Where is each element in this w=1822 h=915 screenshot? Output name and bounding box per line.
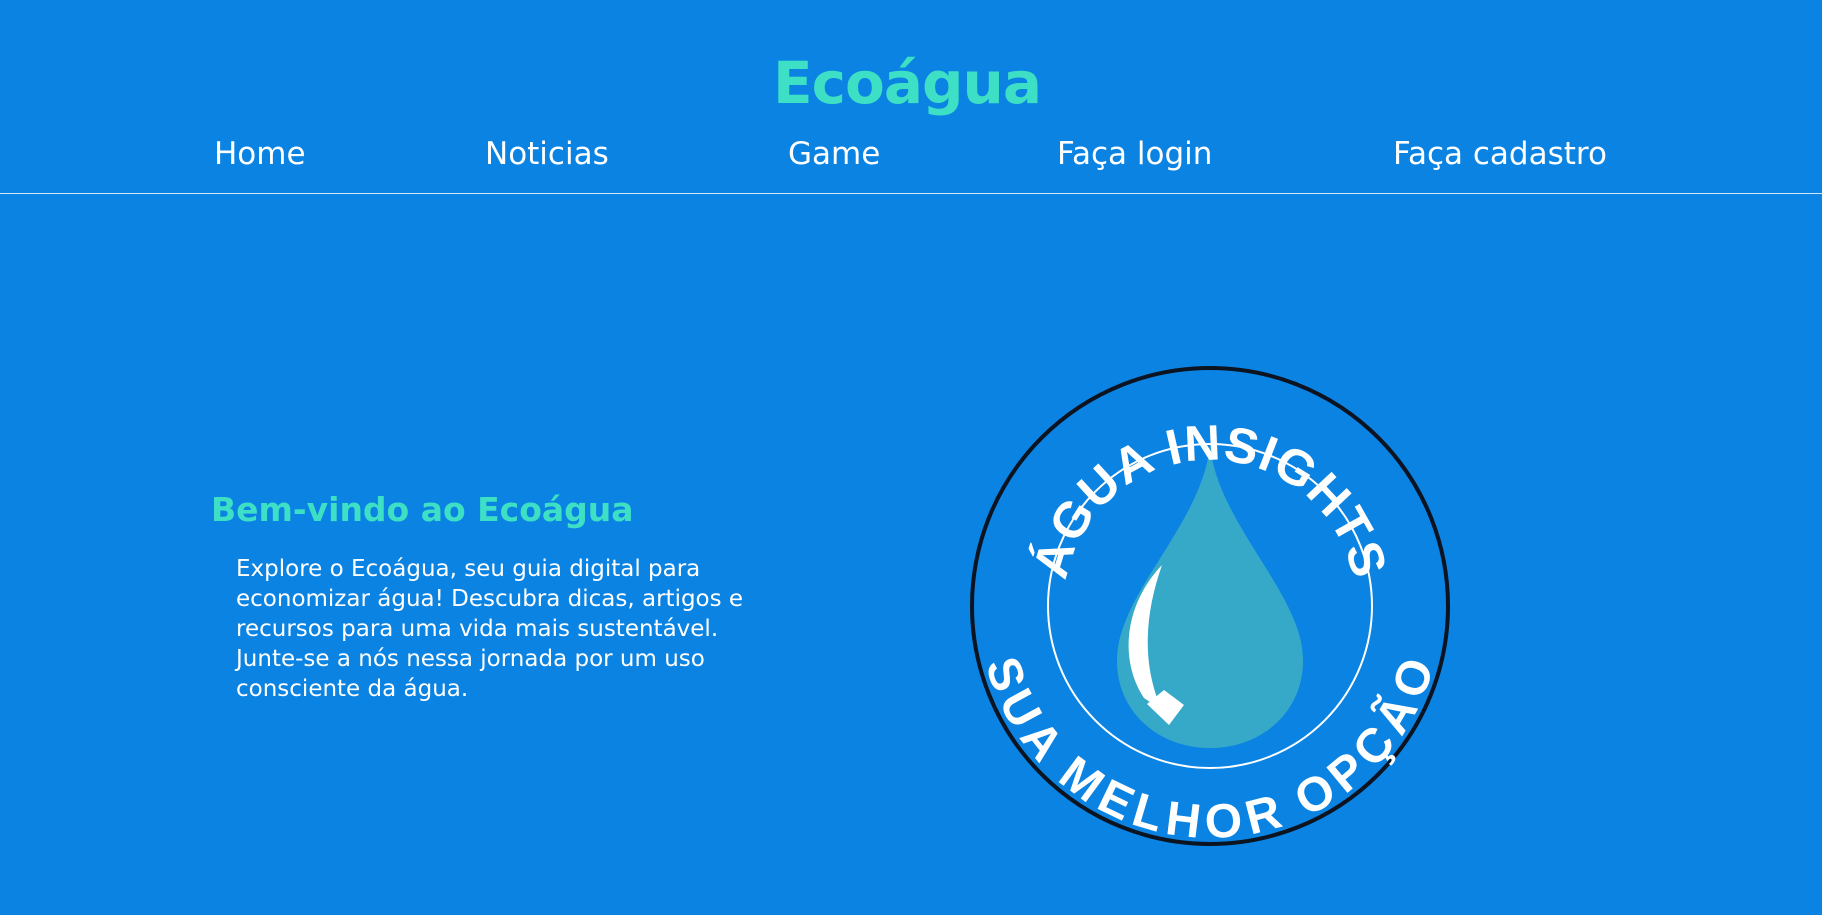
- welcome-heading: Bem-vindo ao Ecoágua: [211, 490, 634, 529]
- nav-game[interactable]: Game: [788, 134, 880, 174]
- nav-home[interactable]: Home: [214, 134, 306, 174]
- nav-cadastro[interactable]: Faça cadastro: [1393, 134, 1607, 174]
- nav-login[interactable]: Faça login: [1057, 134, 1212, 174]
- site-header: Ecoágua Home Noticias Game Faça login Fa…: [0, 0, 1822, 194]
- nav-noticias[interactable]: Noticias: [485, 134, 609, 174]
- site-title[interactable]: Ecoágua: [0, 48, 1814, 118]
- water-drop-icon: [1116, 445, 1304, 748]
- welcome-description: Explore o Ecoágua, seu guia digital para…: [236, 556, 744, 702]
- agua-insights-logo: ÁGUA INSIGHTS SUA MELHOR OPÇÃO: [970, 366, 1450, 849]
